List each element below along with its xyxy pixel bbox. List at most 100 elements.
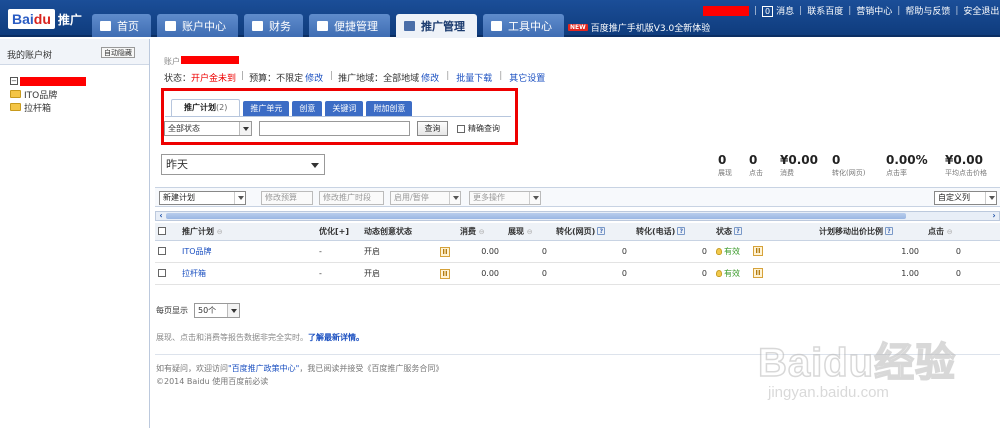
exact-search-option[interactable]: 精确查询 <box>457 123 500 134</box>
level-tabs: 推广计划(2) 推广单元 创意 关键词 附加创意 <box>171 99 415 116</box>
page-size-select[interactable]: 50个 <box>194 303 240 318</box>
region-label: 推广地域：全部地域 <box>338 74 420 84</box>
col-campaign[interactable]: 推广计划 ⊖ <box>179 223 316 241</box>
col-clicks[interactable]: 点击 ⊖ <box>925 223 967 241</box>
bulk-download-link[interactable]: 批量下载 <box>456 71 492 84</box>
col-conv-phone[interactable]: 转化(电话)? <box>633 223 713 241</box>
monitor-icon <box>317 20 328 31</box>
footer-policy-line: 如有疑问，欢迎访问"百度推广政策中心"，我已阅读并接受《百度推广服务合同》 <box>156 364 444 373</box>
tab-extensions[interactable]: 附加创意 <box>366 101 413 116</box>
horizontal-scrollbar[interactable]: ‹ › <box>155 211 1000 221</box>
edit-budget-button[interactable]: 修改预算 <box>261 191 313 205</box>
nav-tab-tools[interactable]: 工具中心 <box>483 14 564 37</box>
learn-more-link[interactable]: 了解最新详情。 <box>308 333 364 342</box>
row-checkbox[interactable] <box>158 247 166 255</box>
tab-underline <box>165 116 511 117</box>
sidebar-header: 我的账户树 自动隐藏 <box>0 39 149 65</box>
tree-root-account[interactable]: − <box>10 75 149 87</box>
help-icon[interactable]: ? <box>597 227 606 236</box>
table-toolbar: 新建计划 修改预算 修改推广时段 启用/暂停 更多操作 自定义列 <box>155 187 1000 207</box>
nav-tab-account[interactable]: 账户中心 <box>157 14 238 37</box>
help-icon[interactable]: ? <box>734 227 742 236</box>
help-icon[interactable]: ? <box>885 227 893 236</box>
watermark-text: Baidu经验 <box>757 340 957 386</box>
tree-item-trolley-case[interactable]: 拉杆箱 <box>10 101 149 114</box>
tab-keywords[interactable]: 关键词 <box>325 101 364 116</box>
col-conv-web[interactable]: 转化(网页)? <box>553 223 633 241</box>
optimize-cell: - <box>316 262 361 285</box>
search-input[interactable] <box>259 121 410 136</box>
row-checkbox[interactable] <box>158 269 166 277</box>
more-actions-dropdown[interactable]: 更多操作 <box>469 191 541 205</box>
logo-suffix: 推广 <box>57 12 82 27</box>
baidu-logo[interactable]: Baidu 推广 <box>8 8 82 30</box>
contact-baidu-link[interactable]: 联系百度 <box>807 4 843 17</box>
tab-creatives[interactable]: 创意 <box>292 101 323 116</box>
impressions-cell: 0 <box>505 262 553 285</box>
action-cell: II <box>750 240 816 263</box>
scrollbar-thumb[interactable] <box>166 213 906 219</box>
exact-search-checkbox[interactable] <box>457 124 465 133</box>
col-impressions[interactable]: 展现 ⊖ <box>505 223 553 241</box>
status-cell: 有效 <box>713 240 750 263</box>
pause-icon[interactable]: II <box>753 268 763 278</box>
scroll-right-icon[interactable]: › <box>989 211 999 221</box>
select-all-checkbox[interactable] <box>158 227 166 236</box>
page-size-control: 每页显示 50个 <box>156 303 240 318</box>
col-status[interactable]: 状态? <box>713 223 750 241</box>
enable-pause-dropdown[interactable]: 启用/暂停 <box>390 191 461 205</box>
col-dynamic-status: 动态创意状态 <box>361 223 457 241</box>
logo-mark: Baidu <box>8 9 55 29</box>
campaign-name-link[interactable]: 拉杆箱 <box>182 269 206 278</box>
lightbulb-icon[interactable] <box>716 269 722 277</box>
lightbulb-icon[interactable] <box>716 247 722 255</box>
chevron-down-icon <box>449 192 460 204</box>
nav-tab-promotion-manage[interactable]: 推广管理 <box>396 14 477 38</box>
stat-impressions: 0 展现 <box>718 153 732 177</box>
mobile-promo-link[interactable]: NEW 百度推广手机版V3.0全新体验 <box>568 21 710 34</box>
impressions-cell: 0 <box>505 240 553 263</box>
logout-link[interactable]: 安全退出 <box>963 4 999 17</box>
custom-columns-dropdown[interactable]: 自定义列 <box>934 191 997 205</box>
tab-campaigns[interactable]: 推广计划(2) <box>171 99 241 116</box>
nav-tab-home[interactable]: 首页 <box>92 14 151 37</box>
grid-icon <box>404 21 415 31</box>
tab-ad-groups[interactable]: 推广单元 <box>243 101 290 116</box>
pause-icon[interactable]: II <box>440 246 450 257</box>
nav-tab-quick-manage[interactable]: 便捷管理 <box>309 14 390 37</box>
auto-hide-button[interactable]: 自动隐藏 <box>101 47 135 58</box>
edit-budget-link[interactable]: 修改 <box>305 71 323 84</box>
redacted-username <box>703 5 749 16</box>
status-filter-select[interactable]: 全部状态 <box>164 121 252 136</box>
collapse-icon[interactable]: − <box>10 77 18 85</box>
date-range-select[interactable]: 昨天 <box>161 154 325 175</box>
policy-center-link[interactable]: "百度推广政策中心" <box>228 364 299 373</box>
campaign-name-link[interactable]: ITO品牌 <box>182 247 212 256</box>
search-button[interactable]: 查询 <box>417 121 448 136</box>
scroll-left-icon[interactable]: ‹ <box>156 211 166 221</box>
top-navigation-bar: Baidu 推广 首页 账户中心 财务 便捷管理 推广管理 工具中心 NEW 百… <box>0 0 1000 38</box>
chevron-down-icon <box>529 192 540 204</box>
other-settings-link[interactable]: 其它设置 <box>509 71 545 84</box>
tree-item-ito-brand[interactable]: ITO品牌 <box>10 88 149 101</box>
chevron-down-icon <box>227 304 239 317</box>
help-icon[interactable]: ? <box>677 227 686 236</box>
tree-item-label: ITO品牌 <box>24 90 58 101</box>
pause-icon[interactable]: II <box>753 246 763 256</box>
new-badge: NEW <box>568 24 588 31</box>
help-feedback-link[interactable]: 帮助与反馈 <box>905 4 950 17</box>
col-cost[interactable]: 消费 ⊖ <box>457 223 505 241</box>
account-info-line: 状态： 开户金未到 | 预算：不限定 修改 | 推广地域：全部地域 修改 | 批… <box>164 71 546 84</box>
col-optimize[interactable]: 优化[+] <box>316 223 361 241</box>
marketing-center-link[interactable]: 营销中心 <box>856 4 892 17</box>
nav-tab-finance[interactable]: 财务 <box>244 14 303 37</box>
pause-icon[interactable]: II <box>440 268 450 279</box>
edit-region-link[interactable]: 修改 <box>421 71 439 84</box>
stat-avg-cpc: ¥0.00 平均点击价格 <box>945 153 987 177</box>
edit-schedule-button[interactable]: 修改推广时段 <box>319 191 384 205</box>
new-plan-dropdown[interactable]: 新建计划 <box>159 191 246 205</box>
messages-link[interactable]: 0 消息 <box>762 4 794 17</box>
col-blank <box>750 223 816 241</box>
footer-copyright: ©2014 Baidu 使用百度前必读 <box>156 377 269 386</box>
col-mobile-ratio[interactable]: 计划移动出价比例? <box>816 223 925 241</box>
